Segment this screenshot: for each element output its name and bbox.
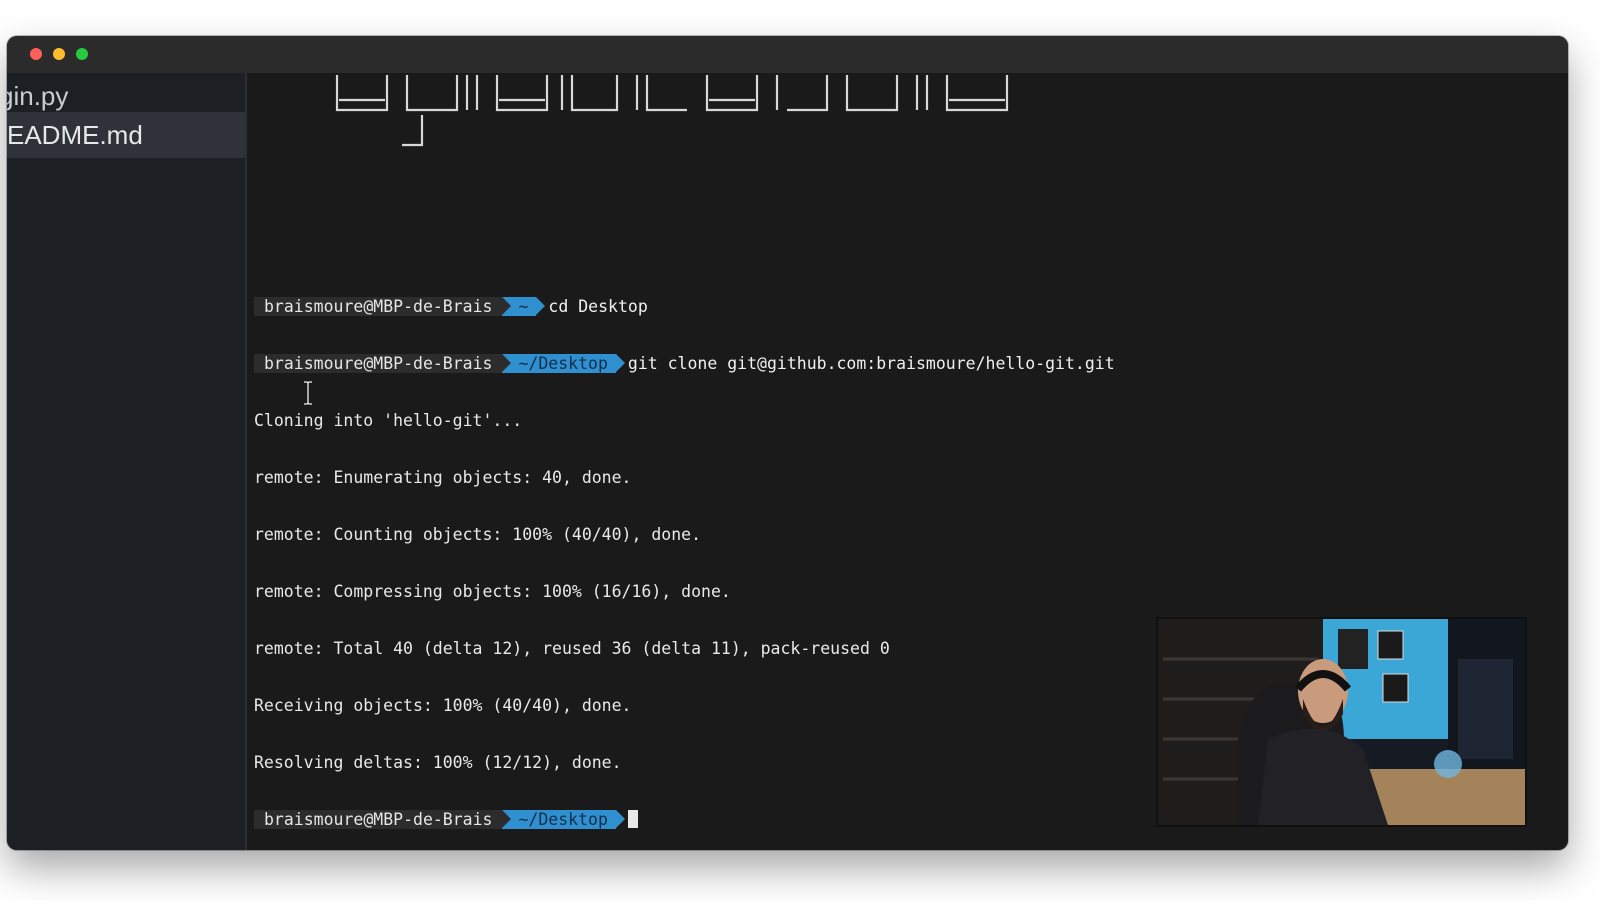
zoom-button[interactable] xyxy=(76,48,88,60)
minimize-button[interactable] xyxy=(53,48,65,60)
sidebar-file-label: EADME.md xyxy=(7,120,143,150)
title-bar xyxy=(7,36,1568,73)
terminal-line: Cloning into 'hello-git'... xyxy=(254,411,523,430)
prompt-user: braismoure@MBP-de-Brais xyxy=(254,810,503,829)
prompt-user: braismoure@MBP-de-Brais xyxy=(254,297,503,316)
terminal-cursor xyxy=(627,810,638,828)
terminal-line: remote: Compressing objects: 100% (16/16… xyxy=(254,582,731,601)
close-button[interactable] xyxy=(30,48,42,60)
ascii-art-banner xyxy=(335,75,1009,147)
terminal-line: Resolving deltas: 100% (12/12), done. xyxy=(254,753,622,772)
prompt-directory: ~/Desktop xyxy=(502,810,626,829)
text-cursor-icon xyxy=(304,381,312,405)
terminal-line: Receiving objects: 100% (40/40), done. xyxy=(254,696,632,715)
file-sidebar: gin.py EADME.md xyxy=(7,73,247,850)
terminal-output: braismoure@MBP-de-Brais ~ cd Desktop brais… xyxy=(254,259,1115,850)
prompt-user: braismoure@MBP-de-Brais xyxy=(254,354,503,373)
prompt-directory: ~ xyxy=(502,297,546,316)
streamer-video-image xyxy=(1158,619,1525,825)
command-text: cd Desktop xyxy=(548,297,648,316)
terminal-line: remote: Total 40 (delta 12), reused 36 (… xyxy=(254,639,890,658)
terminal-line: braismoure@MBP-de-Brais ~/Desktop xyxy=(254,810,1115,829)
webcam-overlay xyxy=(1156,617,1527,827)
command-text: git clone git@github.com:braismoure/hell… xyxy=(627,354,1115,373)
terminal-line: braismoure@MBP-de-Brais ~/Desktop git clon… xyxy=(254,354,1115,373)
terminal-window: gin.py EADME.md xyxy=(7,36,1568,850)
terminal-line: braismoure@MBP-de-Brais ~ cd Desktop xyxy=(254,297,1115,316)
prompt-directory: ~/Desktop xyxy=(502,354,626,373)
sidebar-file-readme[interactable]: EADME.md xyxy=(7,112,245,158)
terminal-line: remote: Counting objects: 100% (40/40), … xyxy=(254,525,702,544)
terminal-line: remote: Enumerating objects: 40, done. xyxy=(254,468,632,487)
